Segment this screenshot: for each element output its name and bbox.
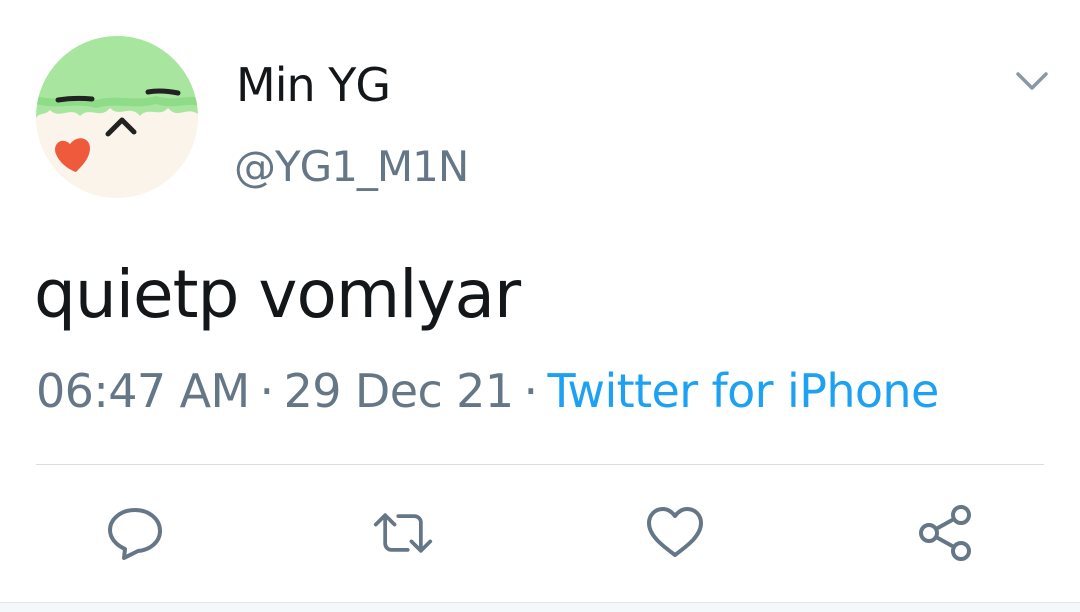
meta-separator: · — [523, 364, 539, 418]
display-name[interactable]: Min YG — [236, 58, 391, 113]
avatar-illustration — [36, 36, 198, 198]
share-button[interactable] — [914, 502, 976, 564]
reply-icon — [108, 508, 162, 560]
divider — [36, 464, 1044, 465]
retweet-button[interactable] — [372, 502, 434, 564]
like-button[interactable] — [644, 502, 706, 564]
user-handle[interactable]: @YG1_M1N — [234, 142, 469, 192]
retweet-icon — [373, 513, 433, 553]
avatar[interactable] — [36, 36, 198, 198]
chevron-down-icon — [1016, 72, 1048, 90]
heart-icon — [647, 507, 703, 557]
share-icon — [919, 505, 971, 561]
tweet-meta: 06:47 AM · 29 Dec 21 · Twitter for iPhone — [36, 364, 939, 419]
reply-button[interactable] — [104, 502, 166, 564]
tweet-source-link[interactable]: Twitter for iPhone — [548, 364, 940, 418]
meta-separator: · — [259, 364, 275, 418]
tweet-text: quietp vomlyar — [34, 256, 521, 333]
tweet-menu-button[interactable] — [1012, 64, 1052, 100]
tweet-date[interactable]: 29 Dec 21 — [284, 364, 515, 418]
tweet-time[interactable]: 06:47 AM — [36, 364, 250, 418]
